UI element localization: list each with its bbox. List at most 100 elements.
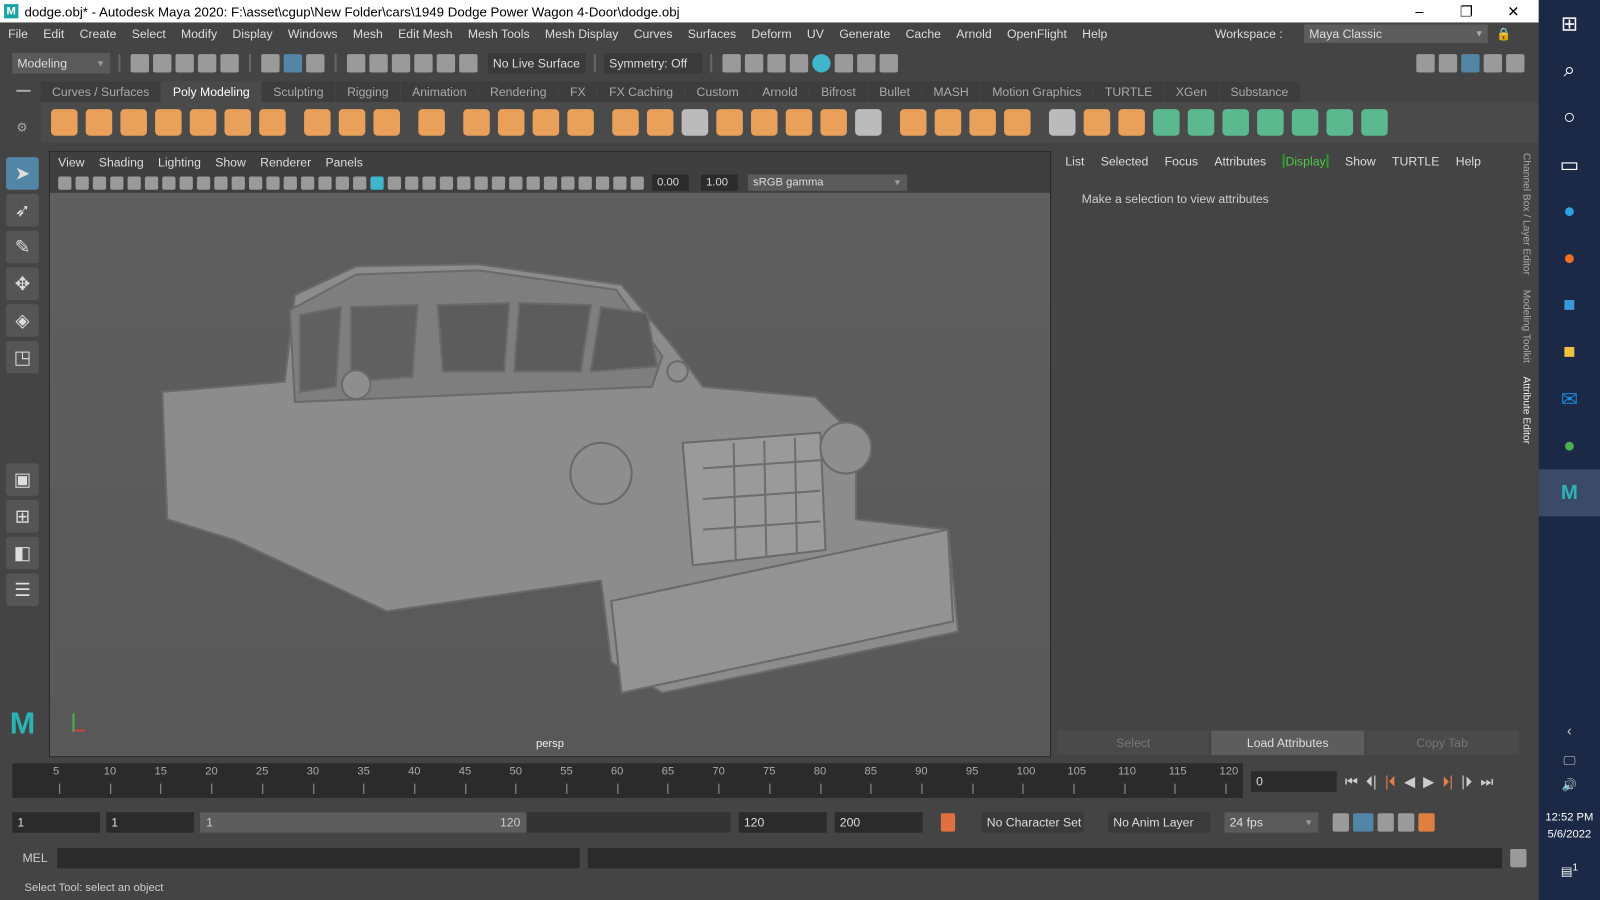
combine-icon[interactable] [532, 109, 560, 136]
cache-playback-icon[interactable] [1353, 813, 1374, 832]
select-component-icon[interactable] [306, 54, 325, 73]
shelf-tab-arnold[interactable]: Arnold [750, 81, 809, 103]
attr-menu-attributes[interactable]: Attributes [1214, 154, 1266, 168]
shelf-tab-xgen[interactable]: XGen [1164, 81, 1219, 103]
snap-grid-icon[interactable] [346, 54, 366, 73]
time-slider[interactable]: 5 10 15 20 25 30 35 40 45 50 55 60 65 70 75 80 85 90 95 100… [12, 763, 1243, 798]
panel-tool-28-icon[interactable] [526, 176, 540, 190]
symmetry-dropdown[interactable]: Symmetry: Off [604, 53, 703, 74]
panel-tool-16-icon[interactable] [318, 176, 332, 190]
render-view-icon[interactable] [722, 54, 741, 73]
fps-dropdown[interactable]: 24 fps [1224, 812, 1319, 833]
panel-tool-1-icon[interactable] [58, 176, 72, 190]
shelf-tab-curves-surfaces[interactable]: Curves / Surfaces [40, 81, 161, 103]
menu-help[interactable]: Help [1082, 27, 1107, 41]
panel-tool-9-icon[interactable] [196, 176, 211, 190]
shelf-tab-sculpting[interactable]: Sculpting [261, 81, 335, 103]
panel-tool-17-icon[interactable] [335, 176, 349, 190]
playback-end-field[interactable]: 120 [738, 812, 827, 833]
maximize-button[interactable]: ❐ [1443, 0, 1490, 22]
panel-tool-2-icon[interactable] [75, 176, 89, 190]
ipr-render-icon[interactable] [767, 54, 786, 73]
panel-tool-13-icon[interactable] [266, 176, 280, 190]
panel-menu-shading[interactable]: Shading [99, 155, 144, 169]
character-set-dropdown[interactable]: No Character Set [981, 812, 1084, 833]
panel-tool-8-icon[interactable] [179, 176, 193, 190]
panel-menu-renderer[interactable]: Renderer [260, 155, 311, 169]
cortana-icon[interactable]: ○ [1539, 94, 1600, 141]
shelf-tab-bullet[interactable]: Bullet [868, 81, 922, 103]
panel-tool-19-icon[interactable] [370, 176, 384, 190]
panel-tool-21-icon[interactable] [405, 176, 419, 190]
panel-tool-7-icon[interactable] [162, 176, 176, 190]
panel-tool-22-icon[interactable] [422, 176, 436, 190]
select-hierarchy-icon[interactable] [261, 54, 280, 73]
shelf-tab-turtle[interactable]: TURTLE [1093, 81, 1164, 103]
new-scene-icon[interactable] [130, 54, 149, 73]
save-scene-icon[interactable] [175, 54, 194, 73]
panel-tool-20-icon[interactable] [387, 176, 402, 190]
shelf-tab-fx-caching[interactable]: FX Caching [597, 81, 685, 103]
clock-time[interactable]: 12:52 PM [1539, 811, 1600, 823]
super-shape-icon[interactable] [338, 109, 366, 136]
menu-arnold[interactable]: Arnold [956, 27, 991, 41]
shelf-gear-icon[interactable]: ⚙ [16, 120, 27, 134]
panel-tool-30-icon[interactable] [561, 176, 575, 190]
shelf-menu-icon[interactable] [16, 89, 31, 92]
attr-menu-help[interactable]: Help [1456, 154, 1481, 168]
step-back-icon[interactable]: ⏴| [1366, 773, 1377, 790]
snap-view-plane-icon[interactable] [414, 54, 433, 73]
step-forward-icon[interactable]: |⏵ [1461, 773, 1472, 790]
chrome-icon[interactable]: ● [1539, 422, 1600, 469]
copy-tab-button[interactable]: Copy Tab [1365, 730, 1519, 756]
shelf-tab-custom[interactable]: Custom [685, 81, 750, 103]
shelf-tab-poly-modeling[interactable]: Poly Modeling [161, 81, 261, 103]
menu-mesh[interactable]: Mesh [353, 27, 383, 41]
shelf-tab-bifrost[interactable]: Bifrost [809, 81, 868, 103]
sound-icon[interactable] [1377, 813, 1394, 832]
anim-prefs-icon[interactable] [1397, 813, 1415, 832]
panel-tool-15-icon[interactable] [301, 176, 315, 190]
menu-modify[interactable]: Modify [181, 27, 217, 41]
side-tab-channel-box-layer-editor[interactable]: Channel Box / Layer Editor [1520, 153, 1531, 275]
menu-display[interactable]: Display [232, 27, 272, 41]
attr-menu-turtle[interactable]: TURTLE [1392, 154, 1439, 168]
panel-tool-24-icon[interactable] [457, 176, 471, 190]
light-editor-icon[interactable] [857, 54, 876, 73]
wedge-icon[interactable] [969, 109, 996, 136]
windows-start-icon[interactable]: ⊞ [1539, 0, 1600, 47]
platonic-icon[interactable] [304, 109, 331, 136]
panel-tool-32-icon[interactable] [595, 176, 610, 190]
symmetrize-icon[interactable] [1361, 109, 1388, 136]
type-icon[interactable] [373, 109, 400, 136]
lock-icon[interactable]: 🔒 [1496, 27, 1511, 41]
spherical-uv-icon[interactable] [1222, 109, 1249, 136]
panel-tool-34-icon[interactable] [630, 176, 644, 190]
panel-tool-3-icon[interactable] [92, 176, 107, 190]
panel-tool-27-icon[interactable] [509, 176, 523, 190]
pause-icon[interactable] [879, 54, 898, 73]
snap-vertex-icon[interactable] [459, 54, 478, 73]
svg-icon[interactable] [418, 109, 445, 136]
mail-icon[interactable]: ✉ [1539, 376, 1600, 423]
sculpt-icon[interactable] [463, 109, 490, 136]
menu-uv[interactable]: UV [807, 27, 824, 41]
task-view-icon[interactable]: ▭ [1539, 141, 1600, 188]
snap-live-icon[interactable] [436, 54, 456, 73]
menu-generate[interactable]: Generate [839, 27, 890, 41]
panel-tool-33-icon[interactable] [613, 176, 627, 190]
step-forward-key-icon[interactable]: ⏵| [1442, 773, 1453, 790]
side-tab-modeling-toolkit[interactable]: Modeling Toolkit [1520, 289, 1531, 362]
notification-center-icon[interactable]: ▤1 [1539, 862, 1600, 878]
firefox-icon[interactable]: ● [1539, 235, 1600, 282]
show-hidden-icons[interactable]: ‹ [1539, 722, 1600, 738]
start-time-field[interactable]: 1 [12, 812, 100, 833]
minimize-button[interactable]: – [1396, 0, 1443, 22]
menu-windows[interactable]: Windows [288, 27, 338, 41]
range-bar[interactable]: 1 120 [199, 812, 731, 833]
workspace-dropdown[interactable]: Maya Classic [1304, 24, 1488, 43]
end-time-field[interactable]: 200 [834, 812, 923, 833]
two-view-layout-icon[interactable]: ◧ [6, 536, 39, 570]
plane-icon[interactable] [224, 109, 252, 136]
network-icon[interactable]: 🖵 [1539, 753, 1600, 768]
